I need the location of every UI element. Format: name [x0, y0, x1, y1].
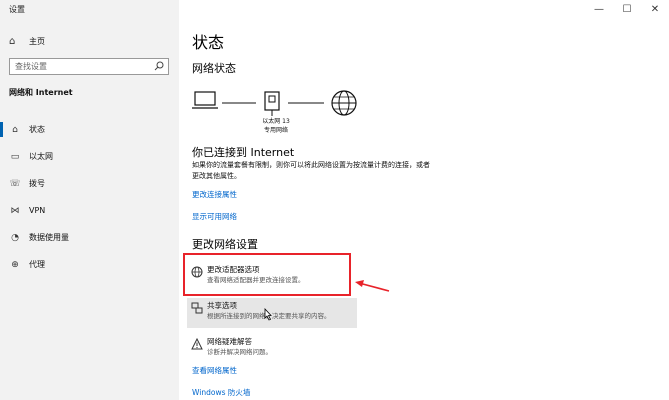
settings-window: 设置 ⌂ 主页 网络和 Internet ⌂ 状态 ▭ 以太网 ☏	[0, 0, 669, 400]
home-label: 主页	[29, 36, 45, 46]
search-icon[interactable]	[154, 61, 164, 71]
sidebar-item-label: VPN	[29, 206, 46, 215]
connected-heading: 你已连接到 Internet	[192, 146, 295, 159]
sidebar-item-proxy[interactable]: ⊕ 代理	[0, 251, 179, 278]
windows-firewall-link[interactable]: Windows 防火墙	[192, 387, 250, 398]
sharing-icon	[187, 298, 207, 328]
search-box[interactable]	[9, 58, 169, 75]
sidebar-item-vpn[interactable]: ⋈ VPN	[0, 197, 179, 224]
change-connection-properties-link[interactable]: 更改连接属性	[192, 189, 237, 200]
close-button[interactable]: ✕	[641, 0, 669, 18]
ethernet-icon: ▭	[10, 151, 20, 162]
change-settings-heading: 更改网络设置	[192, 238, 258, 251]
option-troubleshoot[interactable]: 网络疑难解答 诊断并解决网络问题。	[187, 334, 357, 364]
sidebar-item-label: 数据使用量	[29, 233, 69, 242]
view-network-properties-link[interactable]: 查看网络属性	[192, 365, 237, 376]
globe-icon: ⊕	[11, 259, 19, 270]
connected-text: 如果你的流量套餐有限制，则你可以将此网络设置为按流量计费的连接，或者更改其他属性…	[192, 161, 430, 180]
sidebar-item-data-usage[interactable]: ◔ 数据使用量	[0, 224, 179, 251]
show-available-networks-link[interactable]: 显示可用网络	[192, 211, 237, 222]
arrow-icon	[355, 280, 390, 292]
section-label: 网络和 Internet	[9, 88, 73, 97]
cursor-icon	[264, 308, 272, 321]
minimize-button[interactable]: —	[585, 0, 613, 18]
home-icon: ⌂	[12, 124, 18, 135]
network-diagram	[192, 90, 357, 116]
vpn-icon: ⋈	[10, 205, 20, 216]
internet-globe-icon	[331, 90, 357, 116]
page-title: 状态	[192, 33, 225, 52]
sidebar-item-label: 代理	[29, 260, 45, 269]
data-usage-icon: ◔	[11, 232, 19, 243]
sidebar-nav: ⌂ 状态 ▭ 以太网 ☏ 拨号 ⋈ VPN ◔ 数据使用量 ⊕ 代理	[0, 116, 179, 278]
sidebar-item-label: 状态	[29, 125, 45, 134]
computer-icon	[192, 91, 218, 109]
main-content: — ☐ ✕ 状态 网络状态 以太网 13 专用网络 你已连接到 Internet…	[179, 0, 669, 400]
ethernet-adapter-icon	[264, 91, 280, 116]
sidebar-item-dialup[interactable]: ☏ 拨号	[0, 170, 179, 197]
network-name: 以太网 13	[262, 118, 290, 125]
sidebar: 设置 ⌂ 主页 网络和 Internet ⌂ 状态 ▭ 以太网 ☏	[0, 0, 179, 400]
sidebar-item-label: 拨号	[29, 179, 45, 188]
network-label: 以太网 13 专用网络	[251, 117, 301, 135]
warning-icon	[187, 334, 207, 364]
home-icon: ⌂	[9, 35, 16, 47]
option-sharing[interactable]: 共享选项 根据所连接到的网络，决定要共享的内容。	[187, 298, 357, 328]
sidebar-item-label: 以太网	[29, 152, 53, 161]
sidebar-item-ethernet[interactable]: ▭ 以太网	[0, 143, 179, 170]
highlight-box	[183, 253, 351, 296]
search-input[interactable]	[15, 62, 150, 71]
app-title: 设置	[9, 5, 25, 14]
network-type: 专用网络	[263, 127, 288, 134]
home-link[interactable]: ⌂ 主页	[9, 34, 45, 48]
option-title: 网络疑难解答	[207, 337, 252, 346]
maximize-button[interactable]: ☐	[613, 0, 641, 18]
network-status-heading: 网络状态	[192, 62, 236, 75]
window-controls: — ☐ ✕	[585, 0, 669, 18]
option-desc: 诊断并解决网络问题。	[207, 348, 272, 356]
sidebar-item-status[interactable]: ⌂ 状态	[0, 116, 179, 143]
dialup-icon: ☏	[9, 178, 21, 189]
